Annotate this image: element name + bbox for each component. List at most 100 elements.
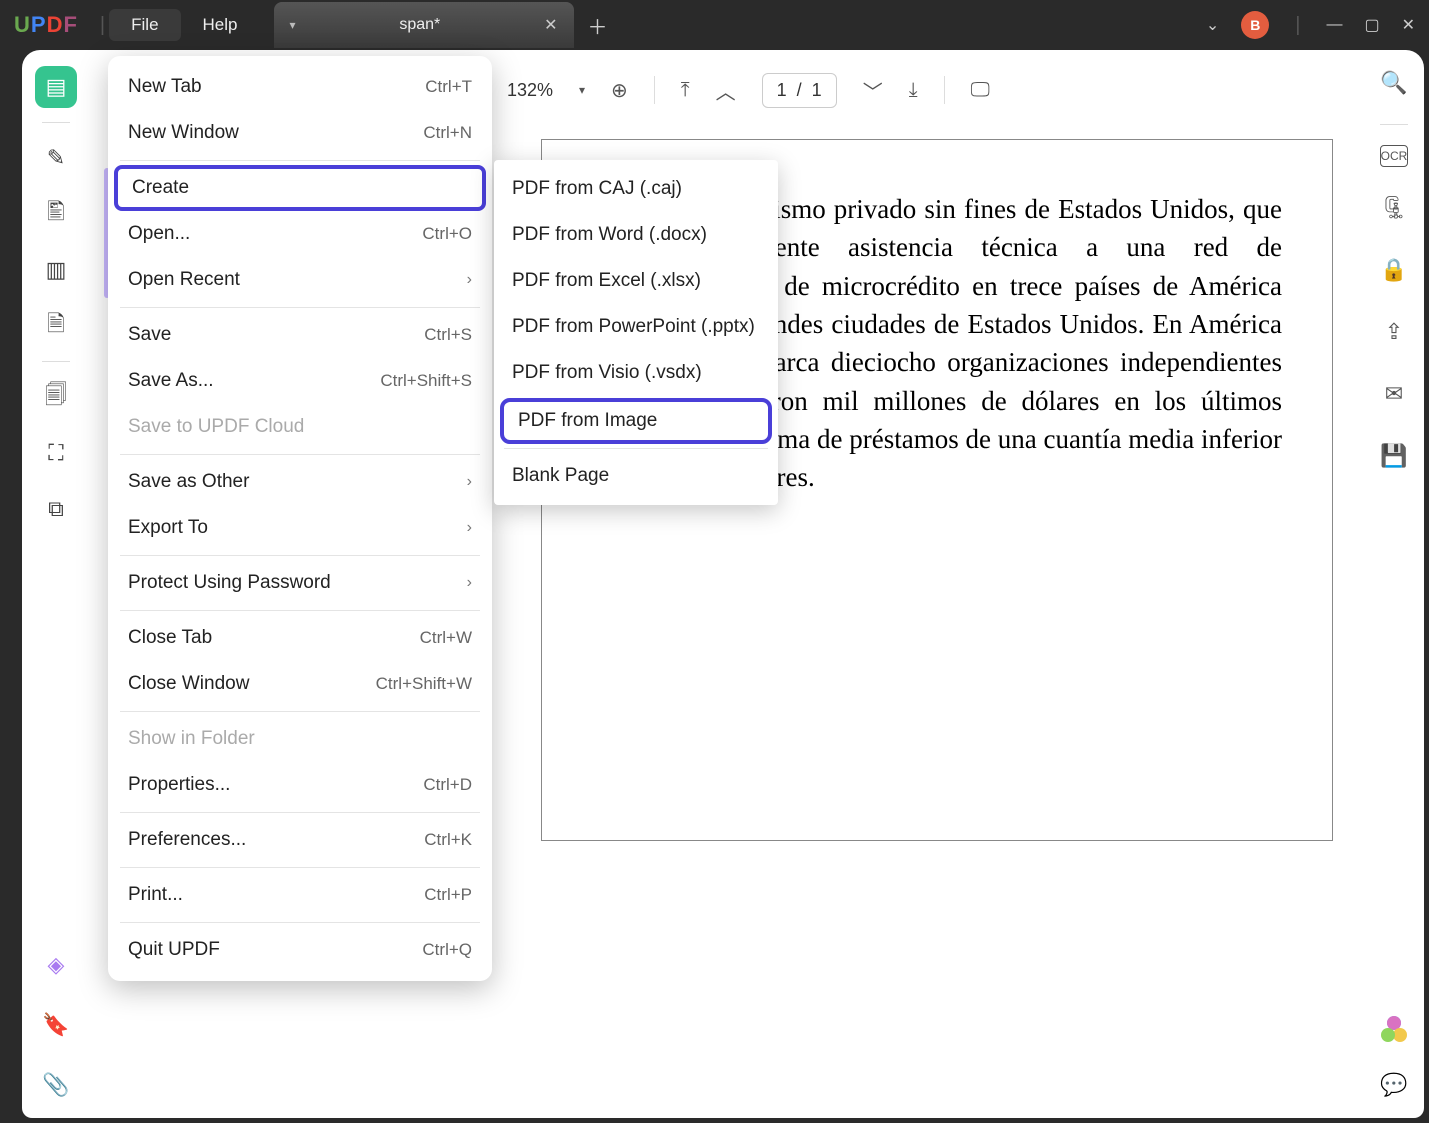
page-layout-icon[interactable]: ▥ <box>35 249 77 291</box>
shortcut: Ctrl+Shift+W <box>376 674 472 694</box>
page-indicator[interactable]: 1 / 1 <box>762 73 837 108</box>
comment-icon[interactable]: 💬 <box>1373 1064 1415 1106</box>
shortcut: Ctrl+Q <box>422 940 472 960</box>
reader-mode-icon[interactable]: ▤ <box>35 66 77 108</box>
separator <box>654 76 655 104</box>
bookmark-icon[interactable]: 🔖 <box>35 1004 77 1046</box>
menu-quit[interactable]: Quit UPDF Ctrl+Q <box>108 927 492 973</box>
first-page-icon[interactable]: ⤒ <box>681 79 690 102</box>
shortcut: Ctrl+O <box>422 224 472 244</box>
form-icon[interactable]: 🗎 <box>35 305 77 347</box>
close-button[interactable]: ✕ <box>1402 15 1415 35</box>
submenu-pdf-from-word[interactable]: PDF from Word (.docx) <box>494 212 778 258</box>
menu-open[interactable]: Open... Ctrl+O <box>108 211 492 257</box>
menu-preferences[interactable]: Preferences... Ctrl+K <box>108 817 492 863</box>
chevron-right-icon: › <box>467 271 472 289</box>
compress-icon[interactable]: 🗜 <box>1373 187 1415 229</box>
separator <box>944 76 945 104</box>
separator <box>120 711 480 712</box>
separator <box>120 307 480 308</box>
ocr-icon[interactable]: OCR <box>1380 145 1408 167</box>
create-submenu: PDF from CAJ (.caj) PDF from Word (.docx… <box>494 160 778 505</box>
menu-save-other[interactable]: Save as Other › <box>108 459 492 505</box>
attachment-icon[interactable]: 📎 <box>35 1064 77 1106</box>
user-avatar[interactable]: B <box>1241 11 1269 39</box>
submenu-pdf-from-caj[interactable]: PDF from CAJ (.caj) <box>494 166 778 212</box>
separator: | <box>100 14 105 37</box>
file-menu: New Tab Ctrl+T New Window Ctrl+N Create … <box>108 56 492 981</box>
menu-save-as[interactable]: Save As... Ctrl+Shift+S <box>108 358 492 404</box>
submenu-blank-page[interactable]: Blank Page <box>494 453 778 499</box>
compare-icon[interactable]: ⧉ <box>35 488 77 530</box>
prev-page-icon[interactable]: ︿ <box>716 76 736 105</box>
edit-text-icon[interactable]: 🖺 <box>35 193 77 235</box>
add-tab-button[interactable]: ＋ <box>588 11 608 40</box>
menu-label: Properties... <box>128 774 230 796</box>
separator <box>42 361 70 362</box>
separator <box>1380 124 1408 125</box>
document-tab[interactable]: ▾ span* ✕ <box>274 2 574 48</box>
close-icon[interactable]: ✕ <box>544 15 557 35</box>
chevron-right-icon: › <box>467 519 472 537</box>
ai-assistant-icon[interactable] <box>1381 1016 1407 1042</box>
app-logo: UPDF <box>14 12 78 38</box>
shortcut: Ctrl+S <box>424 325 472 345</box>
menu-save[interactable]: Save Ctrl+S <box>108 312 492 358</box>
menu-file[interactable]: File <box>109 9 180 41</box>
page-total: 1 <box>812 80 822 101</box>
shortcut: Ctrl+D <box>423 775 472 795</box>
maximize-button[interactable]: ▢ <box>1364 15 1379 35</box>
menu-label: Create <box>132 177 189 199</box>
menu-close-window[interactable]: Close Window Ctrl+Shift+W <box>108 661 492 707</box>
submenu-pdf-from-excel[interactable]: PDF from Excel (.xlsx) <box>494 258 778 304</box>
menu-export-to[interactable]: Export To › <box>108 505 492 551</box>
submenu-pdf-from-powerpoint[interactable]: PDF from PowerPoint (.pptx) <box>494 304 778 350</box>
share-icon[interactable]: ⇪ <box>1373 311 1415 353</box>
menu-label: Protect Using Password <box>128 572 331 594</box>
layers-icon[interactable]: ◈ <box>35 944 77 986</box>
chevron-down-icon[interactable]: ⌄ <box>1206 15 1219 35</box>
menu-properties[interactable]: Properties... Ctrl+D <box>108 762 492 808</box>
shortcut: Ctrl+Shift+S <box>380 371 472 391</box>
menu-label: New Window <box>128 122 239 144</box>
menu-new-window[interactable]: New Window Ctrl+N <box>108 110 492 156</box>
separator <box>120 867 480 868</box>
chevron-right-icon: › <box>467 574 472 592</box>
menu-label: Close Window <box>128 673 249 695</box>
presentation-icon[interactable]: 🖵 <box>971 79 990 102</box>
submenu-pdf-from-image[interactable]: PDF from Image <box>500 398 772 444</box>
zoom-level[interactable]: 132% <box>507 80 553 101</box>
right-rail-bottom: 💬 <box>1364 1016 1424 1106</box>
search-icon[interactable]: 🔍 <box>1373 62 1415 104</box>
submenu-pdf-from-visio[interactable]: PDF from Visio (.vsdx) <box>494 350 778 396</box>
email-icon[interactable]: ✉ <box>1373 373 1415 415</box>
menu-help[interactable]: Help <box>181 9 260 41</box>
menu-label: Preferences... <box>128 829 246 851</box>
menu-protect[interactable]: Protect Using Password › <box>108 560 492 606</box>
menu-open-recent[interactable]: Open Recent › <box>108 257 492 303</box>
chevron-down-icon[interactable]: ▾ <box>290 18 296 32</box>
menu-label: Open Recent <box>128 269 240 291</box>
crop-icon[interactable]: ⛶ <box>35 432 77 474</box>
menu-print[interactable]: Print... Ctrl+P <box>108 872 492 918</box>
tab-title: span* <box>310 16 531 34</box>
menu-show-in-folder: Show in Folder <box>108 716 492 762</box>
last-page-icon[interactable]: ⤓ <box>909 79 918 102</box>
menu-create[interactable]: Create <box>114 165 486 211</box>
save-icon[interactable]: 💾 <box>1373 435 1415 477</box>
highlighter-icon[interactable]: ✎ <box>35 137 77 179</box>
menu-label: Save as Other <box>128 471 249 493</box>
menu-close-tab[interactable]: Close Tab Ctrl+W <box>108 615 492 661</box>
menu-label: New Tab <box>128 76 202 98</box>
separator <box>120 610 480 611</box>
next-page-icon[interactable]: ﹀ <box>863 76 883 105</box>
minimize-button[interactable]: — <box>1326 16 1342 34</box>
shortcut: Ctrl+K <box>424 830 472 850</box>
menu-label: Save <box>128 324 171 346</box>
zoom-in-icon[interactable]: ⊕ <box>611 78 628 103</box>
chevron-down-icon[interactable]: ▾ <box>579 83 585 97</box>
protect-icon[interactable]: 🔒 <box>1373 249 1415 291</box>
shortcut: Ctrl+T <box>425 77 472 97</box>
menu-new-tab[interactable]: New Tab Ctrl+T <box>108 64 492 110</box>
organize-pages-icon[interactable]: 🗐 <box>35 376 77 418</box>
